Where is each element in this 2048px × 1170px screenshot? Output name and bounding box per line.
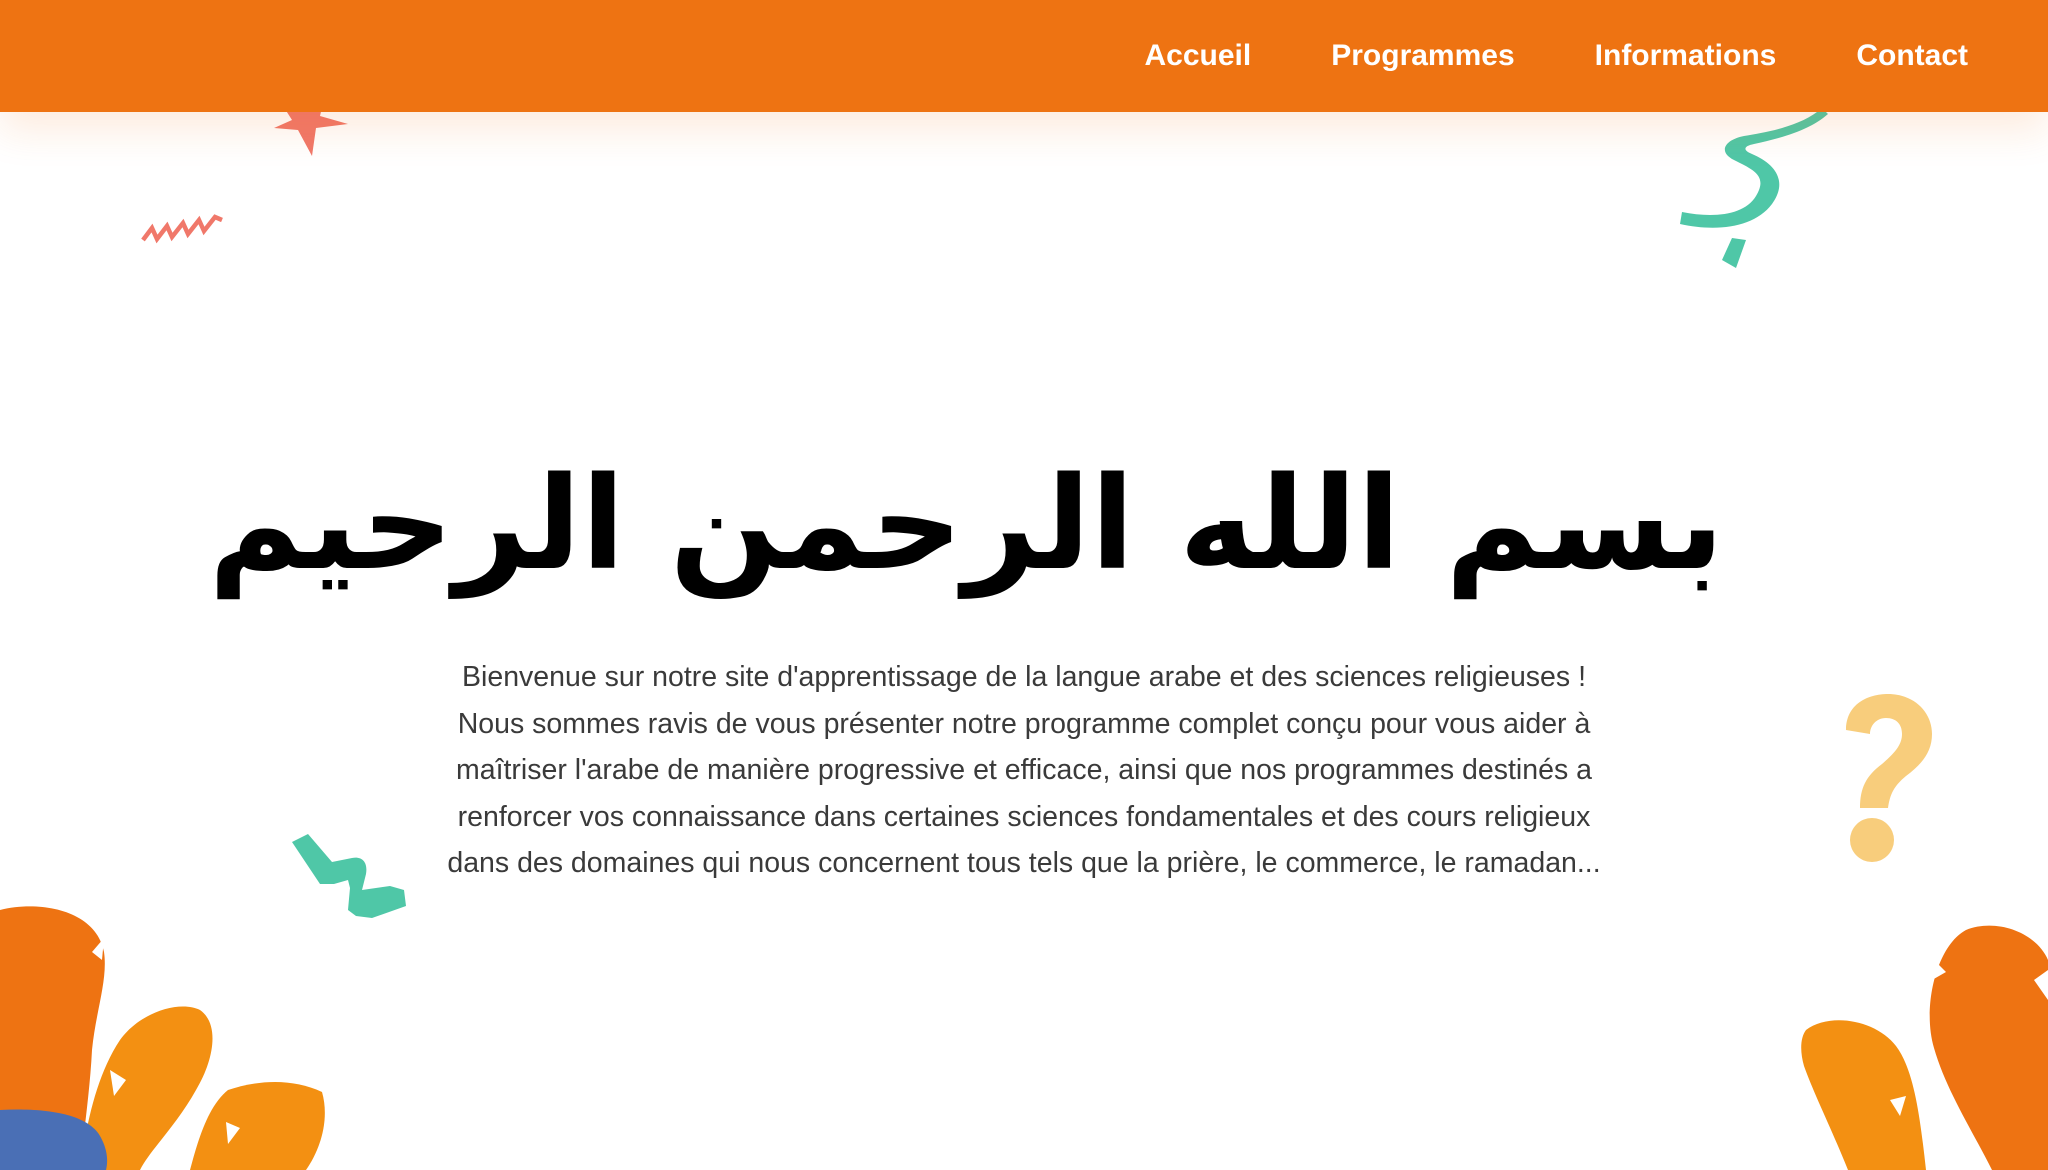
hero-section: بسم الله الرحمن الرحيم Bienvenue sur not… — [208, 430, 1724, 887]
coral-zigzag-decoration — [141, 214, 223, 244]
question-mark-icon — [1846, 694, 1932, 862]
hero-description-line: dans des domaines qui nous concernent to… — [447, 847, 1601, 879]
landing-page: Accueil Programmes Informations Contact … — [0, 0, 2048, 1170]
hero-description: Bienvenue sur notre site d'apprentissage… — [394, 654, 1654, 887]
nav-link-programmes[interactable]: Programmes — [1331, 39, 1514, 73]
bottom-left-leaves-decoration — [0, 906, 325, 1170]
top-navbar: Accueil Programmes Informations Contact — [0, 0, 2048, 112]
hero-description-line: renforcer vos connaissance dans certaine… — [457, 800, 1591, 833]
nav-link-contact[interactable]: Contact — [1856, 39, 1968, 73]
hero-description-line: Nous sommes ravis de vous présenter notr… — [457, 707, 1591, 740]
nav-link-informations[interactable]: Informations — [1595, 39, 1777, 73]
bottom-right-leaves-decoration — [1801, 925, 2048, 1170]
hero-description-line: maîtriser l'arabe de manière progressive… — [456, 754, 1592, 786]
hero-title: بسم الله الرحمن الرحيم — [208, 450, 1724, 599]
teal-ribbon-top-decoration — [1680, 108, 1828, 268]
nav-link-accueil[interactable]: Accueil — [1145, 39, 1252, 73]
hero-description-line: Bienvenue sur notre site d'apprentissage… — [462, 661, 1586, 693]
main-nav: Accueil Programmes Informations Contact — [1145, 0, 1968, 112]
